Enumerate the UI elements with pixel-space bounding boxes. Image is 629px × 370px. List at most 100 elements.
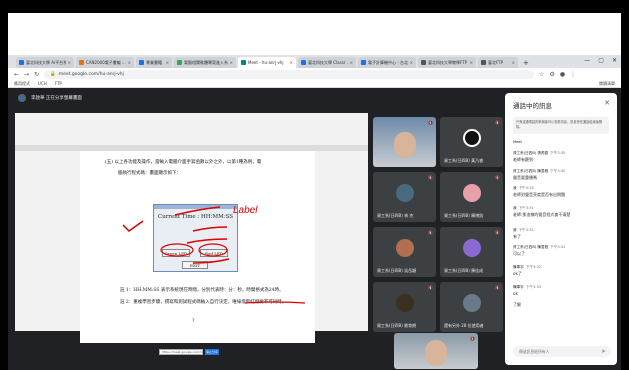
exit-button[interactable]: EXIT — [182, 261, 208, 269]
participant-name: 資工系(日四B) 吳岳穎 — [377, 268, 417, 273]
tab-7[interactable]: 臺北科技大學教學FTP × — [418, 57, 476, 68]
minimize-button[interactable]: — — [584, 57, 590, 64]
tab-label: 電子計算機中心 - 台北 ... — [368, 59, 408, 65]
maximize-button[interactable]: ▢ — [598, 57, 604, 64]
tab-close-icon[interactable]: × — [512, 60, 515, 65]
profile-icon[interactable]: ● — [560, 71, 565, 78]
participant-video-icon — [425, 339, 447, 366]
tab-close-icon[interactable]: × — [128, 60, 131, 65]
tab-2[interactable]: 專業書籍 × — [136, 57, 172, 68]
participant-tile[interactable]: 🔇 資工系(日四B) 林 杰 — [373, 172, 436, 222]
muted-mic-icon: 🔇 — [428, 230, 433, 235]
slide-line-2: 腦執行程式碼：畫面顯示如下： — [118, 171, 181, 176]
tab-label: 電腦相關軟體專案進入系 ... — [184, 59, 228, 65]
tab-favicon-icon — [177, 60, 182, 65]
participant-tile[interactable]: 🔇 資工系(日四B) 陳博鈞 — [440, 172, 503, 222]
reading-list[interactable]: 閱讀清單 — [599, 80, 615, 88]
avatar — [395, 294, 414, 312]
red-led-button[interactable]: Red LED — [200, 249, 228, 257]
bookmark-apps[interactable]: 應用程式 — [14, 81, 30, 87]
tab-1[interactable]: CAN2000電子書編 ... × — [76, 57, 134, 68]
tab-0[interactable]: 臺北科技大學 Ai平台系統× — [16, 57, 74, 68]
app-logo-icon — [462, 129, 481, 147]
muted-mic-icon: 🔇 — [428, 120, 433, 125]
muted-mic-icon: 🔇 — [495, 285, 500, 290]
green-led-button[interactable]: Green LED — [162, 249, 190, 257]
tab-favicon-icon — [79, 60, 84, 65]
slide-line-1: (五) 以上各功能及操作，當輸入電腦介面手寫函數以外之外，以第1種為例，電 — [105, 160, 262, 165]
app-dialog: Current Time : HH:MM:SS Green LED Red LE… — [153, 204, 238, 272]
menu-icon[interactable]: ⋮ — [570, 71, 576, 78]
participant-tile[interactable]: 🔇 — [394, 333, 478, 369]
bookmark-ftp[interactable]: FTP — [55, 81, 62, 86]
window-controls: — ▢ ✕ — [584, 57, 617, 64]
star-icon[interactable]: ☆ — [539, 71, 544, 78]
message-sender: 我 — [513, 186, 517, 190]
avatar — [462, 184, 481, 202]
chat-message: 我下午3:31 老師:那這樣的聲音程式會不清楚 — [513, 206, 611, 218]
tab-label: 專業書籍 — [146, 59, 162, 65]
message-text: 聲音要重播嗎 — [513, 175, 537, 180]
chat-message: 陳韋宇 下午3:33 ok — [513, 285, 611, 296]
participant-name: 還有另外 28 位使用者 — [444, 323, 484, 328]
tab-favicon-icon — [361, 60, 366, 65]
chat-input[interactable]: 傳送訊息給所有人 ➤ — [513, 346, 611, 357]
tab-favicon-icon — [421, 60, 426, 65]
tab-close-icon[interactable]: × — [68, 60, 71, 65]
message-time: 下午3:30 — [550, 151, 566, 155]
close-window-button[interactable]: ✕ — [612, 57, 617, 64]
message-header: 我下午3:30 — [513, 186, 611, 191]
reload-icon[interactable]: ↻ — [34, 71, 39, 78]
share-link-field[interactable]: https://meet.google.com/hu-anrj — [159, 349, 203, 355]
chat-notice: 只有這通電話的參與者可以查看訊息，訊息會在通話結束後刪除。 — [513, 117, 609, 134]
participant-tile[interactable]: 🔇 還有另外 28 位使用者 — [440, 282, 503, 332]
slide-note-2: 註 2：重複學習步驟，撰寫和測試程式碼輸入自行決定，唯綠燈和紅燈要不可同時。 — [120, 300, 287, 305]
current-time-label: Current Time : HH:MM:SS — [158, 214, 234, 220]
tab-close-icon[interactable]: × — [290, 60, 293, 65]
back-icon[interactable]: ← — [14, 71, 19, 78]
tab-close-icon[interactable]: × — [166, 60, 169, 65]
tab-6[interactable]: 電子計算機中心 - 台北 ...× — [358, 57, 416, 68]
message-sender: 陳韋宇 — [513, 285, 524, 289]
bookmarks-bar: 應用程式 UCH FTP — [8, 80, 621, 88]
close-chat-icon[interactable]: ✕ — [604, 99, 610, 107]
extension-icon[interactable]: ⚙ — [549, 71, 554, 78]
chat-message: Meet — [513, 140, 611, 144]
participant-tile[interactable]: 🔇 資工系(日四B) 劉育朗 — [373, 282, 436, 332]
stop-share-button[interactable]: 停止分享 — [205, 349, 219, 355]
tab-5[interactable]: 臺北科技大學 Classr ... × — [298, 57, 356, 68]
tab-favicon-icon — [19, 60, 24, 65]
message-header: 資工系(日四B) 張芮語 下午3:30 — [513, 151, 611, 156]
message-header: Meet — [513, 140, 611, 144]
tab-8[interactable]: 臺北FTP × — [478, 57, 518, 68]
chat-input-placeholder: 傳送訊息給所有人 — [519, 348, 550, 354]
tab-close-icon[interactable]: × — [470, 60, 473, 65]
tab-favicon-icon — [241, 60, 246, 65]
participant-tile[interactable]: 🔇 資工系(日四B) 陳佳成 — [440, 227, 503, 277]
participant-tile[interactable]: 🔇 資工系(日四B) 黃乃睿 — [440, 117, 503, 167]
tab-4[interactable]: Meet - hu-anrj-vhj × — [238, 57, 296, 68]
message-text: 有了 — [513, 234, 521, 239]
tab-close-icon[interactable]: × — [350, 60, 353, 65]
address-row: ← → ↻ 🔒 meet.google.com/hu-anrj-vhj ☆ ⚙ … — [8, 68, 621, 80]
tab-close-icon[interactable]: × — [230, 60, 233, 65]
participant-tile[interactable]: 🔇 資工系(日四B) 吳岳穎 — [373, 227, 436, 277]
slide-note-1: 註 1：HH:MM:SS 表示系統現在時間，分別代表時：分：秒，時間格式為24時… — [120, 288, 284, 293]
tab-3[interactable]: 電腦相關軟體專案進入系 ...× — [174, 57, 236, 68]
tab-close-icon[interactable]: × — [410, 60, 413, 65]
participant-tile[interactable]: 🔇 — [373, 117, 436, 167]
presenter-avatar-icon: 👤 — [18, 94, 26, 102]
forward-icon[interactable]: → — [24, 71, 29, 78]
tab-favicon-icon — [481, 60, 486, 65]
message-text: 老師有聽到 — [513, 157, 533, 162]
message-header: 我下午3:31 — [513, 206, 611, 211]
chat-message: 資工系(日四B) 陳昱程 下午3:30 聲音要重播嗎 — [513, 169, 611, 181]
new-tab-button[interactable]: + — [520, 57, 532, 68]
message-sender: Meet — [513, 140, 522, 144]
slide-question-mark: ? — [192, 319, 195, 324]
chat-message: 我下午3:30 老師對聲音亮度是否有出問題 — [513, 186, 611, 198]
slide-page: (五) 以上各功能及操作，當輸入電腦介面手寫函數以外之外，以第1種為例，電 腦執… — [80, 151, 315, 343]
url-bar[interactable]: 🔒 meet.google.com/hu-anrj-vhj — [44, 69, 535, 79]
send-icon[interactable]: ➤ — [601, 346, 606, 357]
bookmark-uch[interactable]: UCH — [38, 81, 47, 86]
